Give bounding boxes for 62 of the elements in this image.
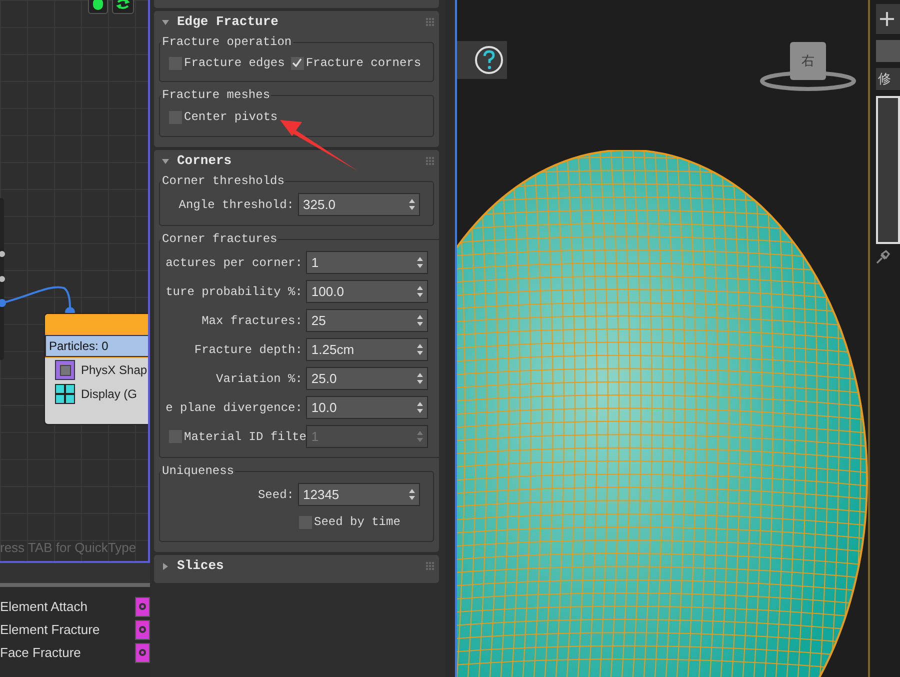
checkbox-label: Fracture corners [306, 55, 422, 72]
spinner-field[interactable]: 1 [306, 251, 428, 274]
spinner-arrows-icon[interactable] [409, 199, 415, 210]
checkbox-label: Seed by time [314, 514, 400, 531]
status-button[interactable] [88, 0, 108, 14]
rollout-title[interactable]: Corners [177, 151, 418, 171]
group-title: Fracture meshes [161, 87, 272, 104]
pin-icon[interactable] [876, 250, 890, 264]
spinner-arrows-icon[interactable] [417, 286, 424, 297]
operator-list-item[interactable]: Element Fracture [0, 620, 100, 640]
checkbox-label: Center pivots [184, 109, 278, 126]
grid-icon [55, 384, 75, 404]
spinner-field[interactable]: 325.0 [298, 193, 420, 216]
spinner-field[interactable]: 25 [306, 309, 428, 332]
viewcube[interactable]: 右 [790, 42, 826, 80]
help-icon[interactable] [474, 45, 504, 75]
operator-list-item[interactable]: Face Fracture [0, 642, 81, 662]
group-title: Corner thresholds [161, 173, 286, 190]
spinner-field[interactable]: 100.0 [306, 280, 428, 303]
expanded-triangle-icon[interactable] [162, 18, 169, 26]
spinner-label: Angle threshold: [178, 196, 294, 214]
node-header: Particles: 0 [45, 335, 148, 357]
spinner-arrows-icon[interactable] [409, 489, 415, 500]
checkbox[interactable] [290, 56, 304, 70]
cube-icon [55, 360, 75, 380]
event-node[interactable]: Particles: 0 PhysX Shap Display (G [44, 313, 148, 425]
spinner-arrows-icon[interactable] [417, 344, 424, 355]
checkbox-label: Material ID filte [184, 428, 306, 446]
spinner-field[interactable]: 1.25cm [306, 338, 428, 361]
command-tab[interactable]: 修 [876, 68, 900, 90]
group-title: Fracture operation [161, 34, 293, 51]
spinner-arrows-icon[interactable] [417, 402, 424, 413]
refresh-button[interactable] [112, 0, 134, 14]
group-title: Corner fractures [161, 231, 278, 248]
grip-icon [426, 562, 434, 570]
spinner-label: Variation %: [216, 370, 302, 388]
spinner-arrows-icon[interactable] [417, 315, 424, 326]
grip-icon [426, 157, 434, 165]
group-title: Uniqueness [161, 463, 236, 480]
plus-icon[interactable] [879, 11, 895, 27]
spinner-field[interactable]: 12345 [298, 483, 420, 506]
spinner-field[interactable]: 10.0 [306, 396, 428, 419]
spinner-arrows-icon[interactable] [417, 373, 424, 384]
spinner-label: Seed: [258, 486, 294, 504]
operator-label: PhysX Shap [81, 362, 148, 379]
collapsed-triangle-icon[interactable] [162, 562, 169, 570]
spinner-label: Max fractures: [202, 312, 302, 330]
checkbox-label: Fracture edges [184, 55, 285, 72]
operator-label: Display (G [81, 386, 138, 403]
grip-icon [426, 18, 434, 26]
spinner-label: Fracture depth: [194, 342, 302, 358]
expanded-triangle-icon[interactable] [162, 158, 169, 164]
spinner-arrows-icon[interactable] [417, 257, 424, 268]
rollout-title[interactable]: Slices [177, 556, 418, 576]
spinner-label: ture probability %: [166, 284, 302, 300]
rollout-title[interactable]: Edge Fracture [177, 12, 418, 32]
spinner-label: actures per corner: [166, 254, 302, 272]
spinner-field[interactable]: 25.0 [306, 367, 428, 390]
quicktype-hint: ress TAB for QuickType [0, 539, 136, 557]
spinner-label: e plane divergence: [166, 400, 302, 416]
refresh-icon [116, 0, 130, 10]
operator-list-item[interactable]: Element Attach [0, 596, 88, 616]
